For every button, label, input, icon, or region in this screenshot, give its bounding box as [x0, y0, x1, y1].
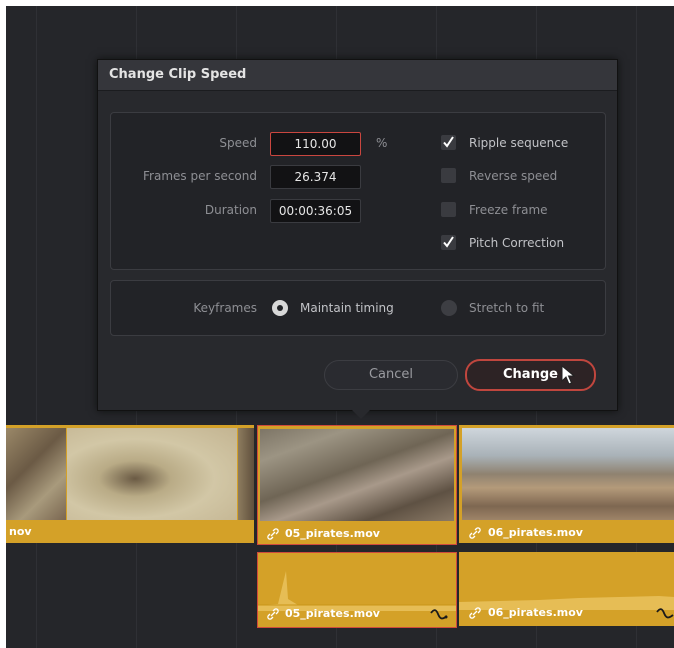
- duration-input[interactable]: 00:00:36:05: [270, 199, 361, 223]
- speed-unit: %: [376, 136, 388, 150]
- link-icon: [469, 527, 481, 539]
- link-icon: [267, 608, 279, 620]
- audio-curve-icon[interactable]: [430, 609, 448, 621]
- dialog-title-bar: Change Clip Speed: [98, 60, 617, 91]
- maintain-timing-label: Maintain timing: [300, 301, 394, 315]
- fps-input[interactable]: 26.374: [270, 165, 361, 189]
- audio-clip-06[interactable]: 06_pirates.mov: [459, 552, 674, 626]
- clip-name: 05_pirates.mov: [285, 527, 380, 540]
- checkmark-icon: [443, 236, 454, 248]
- audio-clip-05[interactable]: 05_pirates.mov: [257, 552, 457, 628]
- keyframes-label: Keyframes: [193, 301, 257, 315]
- speed-settings-panel: Speed 110.00 % Frames per second 26.374 …: [110, 112, 606, 270]
- clip-thumbnail: [67, 428, 237, 520]
- change-clip-speed-dialog: Change Clip Speed Speed 110.00 % Frames …: [97, 59, 618, 419]
- link-icon: [469, 607, 481, 619]
- video-clip-04[interactable]: [6, 425, 254, 521]
- video-clip-04-label-bar: nov: [6, 521, 254, 543]
- pitch-correction-checkbox[interactable]: [441, 235, 456, 250]
- clip-thumbnail: [238, 428, 254, 520]
- grid-line: [36, 6, 37, 648]
- dialog-pointer-arrow: [351, 409, 371, 419]
- pitch-correction-label: Pitch Correction: [469, 236, 565, 250]
- freeze-frame-checkbox[interactable]: [441, 202, 456, 217]
- clip-name: 06_pirates.mov: [488, 526, 583, 539]
- audio-waveform: [258, 571, 456, 611]
- stretch-to-fit-radio[interactable]: [441, 300, 457, 316]
- checkmark-icon: [443, 136, 454, 148]
- dialog-title: Change Clip Speed: [109, 67, 247, 82]
- video-clip-05[interactable]: 05_pirates.mov: [257, 425, 457, 545]
- change-button[interactable]: Change: [465, 359, 596, 391]
- clip-thumbnail: [260, 429, 454, 521]
- clip-thumbnail: [6, 428, 66, 520]
- duration-label: Duration: [204, 203, 257, 217]
- keyframes-panel: Keyframes Maintain timing Stretch to fit: [110, 280, 606, 336]
- video-clip-06[interactable]: 06_pirates.mov: [459, 425, 674, 543]
- mouse-cursor-icon: [561, 365, 575, 385]
- speed-input[interactable]: 110.00: [270, 132, 361, 156]
- stretch-to-fit-label: Stretch to fit: [469, 301, 545, 315]
- freeze-frame-label: Freeze frame: [469, 203, 548, 217]
- ripple-sequence-checkbox[interactable]: [441, 135, 456, 150]
- fps-label: Frames per second: [143, 169, 257, 183]
- audio-curve-icon[interactable]: [656, 608, 674, 620]
- link-icon: [267, 528, 279, 540]
- cancel-button[interactable]: Cancel: [324, 360, 458, 390]
- speed-label: Speed: [219, 136, 257, 150]
- clip-name: nov: [9, 525, 32, 538]
- maintain-timing-radio[interactable]: [272, 300, 288, 316]
- clip-name: 06_pirates.mov: [488, 606, 583, 619]
- screenshot-frame: nov 05_pirates.mov 06_pirates.mov 05_pir…: [0, 0, 674, 648]
- audio-waveform: [459, 596, 674, 610]
- clip-thumbnail: [462, 428, 674, 520]
- ripple-sequence-label: Ripple sequence: [469, 136, 569, 150]
- reverse-speed-label: Reverse speed: [469, 169, 558, 183]
- clip-name: 05_pirates.mov: [285, 607, 380, 620]
- reverse-speed-checkbox[interactable]: [441, 168, 456, 183]
